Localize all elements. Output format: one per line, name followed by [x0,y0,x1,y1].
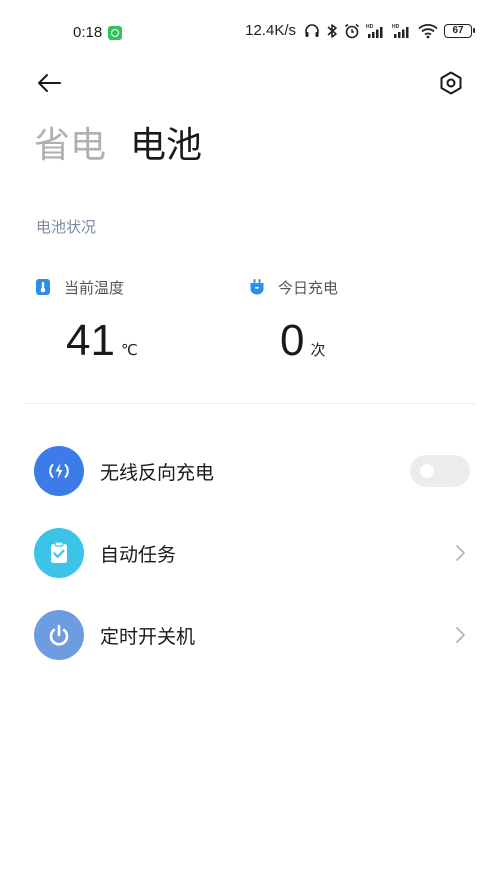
section-title-battery-status: 电池状况 [36,218,97,236]
auto-tasks-item[interactable]: 自动任务 [34,525,470,581]
charges-today-stat: 今日充电 0 次 [250,276,338,366]
status-time: 0:18 [73,24,103,41]
scheduled-power-label: 定时开关机 [100,625,196,648]
temperature-unit: ℃ [120,341,138,359]
arrow-left-icon [38,74,61,92]
status-bar: 0:18 12.4K/s HD HD 67 [0,0,500,70]
signal-hd-icon: HD [392,24,409,38]
divider [24,403,476,404]
wireless-reverse-charging-toggle[interactable] [410,455,470,487]
bluetooth-icon [327,23,337,38]
clipboard-check-icon [34,528,84,578]
temperature-value: 41 [66,316,115,365]
battery-icon: 67 [444,23,475,38]
wireless-reverse-charging-label: 无线反向充电 [100,461,215,484]
thermometer-icon [36,279,50,295]
wifi-icon [418,23,438,38]
back-button[interactable] [34,68,64,98]
headset-icon [305,23,319,37]
toggle-knob [420,464,434,478]
settings-hexagon-icon [440,71,462,95]
plug-icon [250,279,264,295]
settings-button[interactable] [436,68,466,98]
network-speed: 12.4K/s [245,22,296,39]
auto-tasks-label: 自动任务 [100,543,177,566]
temperature-stat: 当前温度 41 ℃ [36,276,138,366]
charges-today-unit: 次 [310,341,326,359]
tab-bar: 省电 电池 [34,120,202,172]
app-notification-icon [108,26,122,40]
wireless-reverse-charging-item[interactable]: 无线反向充电 [34,443,470,499]
wireless-charging-icon [34,446,84,496]
chevron-right-icon [456,627,465,643]
tab-power-saving[interactable]: 省电 [34,120,106,172]
charges-today-label: 今日充电 [278,278,339,297]
status-indicators: 12.4K/s HD HD 67 [245,22,475,39]
tab-battery[interactable]: 电池 [130,120,202,172]
chevron-right-icon [456,545,465,561]
temperature-label: 当前温度 [64,278,125,297]
svg-text:HD: HD [392,24,400,30]
charges-today-value: 0 [280,316,305,365]
svg-text:HD: HD [366,24,374,30]
alarm-icon [345,23,359,38]
power-icon [34,610,84,660]
signal-hd-icon: HD [366,24,383,38]
scheduled-power-item[interactable]: 定时开关机 [34,607,470,663]
